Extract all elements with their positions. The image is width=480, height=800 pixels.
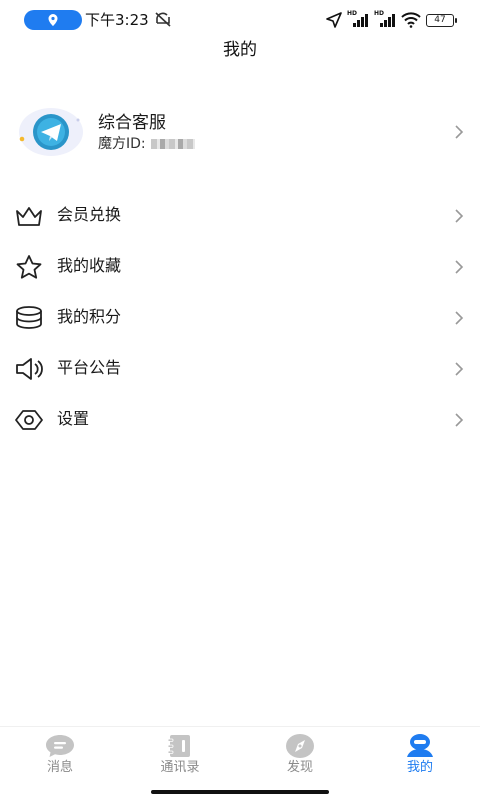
status-time: 下午3:23 — [85, 11, 149, 29]
settings-menu: 会员兑换 我的收藏 我的积分 平台公告 设置 — [0, 190, 480, 445]
menu-item-announcements[interactable]: 平台公告 — [0, 343, 480, 394]
status-bar: 下午3:23 HD HD 47 — [0, 0, 480, 40]
menu-label: 我的收藏 — [57, 256, 122, 275]
crown-icon — [16, 207, 42, 226]
mute-icon — [155, 12, 171, 27]
tab-contacts[interactable]: 通讯录 — [120, 727, 240, 778]
coin-stack-icon — [16, 306, 42, 329]
chevron-right-icon — [455, 413, 464, 427]
page-title: 我的 — [223, 40, 257, 60]
battery-icon: 47 — [426, 13, 457, 27]
tab-label: 我的 — [406, 760, 433, 775]
chevron-right-icon — [455, 362, 464, 376]
star-icon — [16, 255, 42, 279]
user-icon — [407, 734, 433, 757]
profile-id: 魔方ID: — [98, 135, 195, 153]
navigation-arrow-icon — [326, 12, 342, 28]
paper-plane-icon — [19, 108, 83, 156]
chevron-right-icon — [455, 311, 464, 325]
menu-label: 会员兑换 — [57, 205, 122, 224]
speaker-icon — [16, 358, 43, 380]
hd-signal-icon: HD — [374, 10, 396, 28]
menu-label: 设置 — [57, 409, 90, 428]
wifi-icon — [401, 12, 421, 28]
tab-label: 发现 — [286, 760, 313, 775]
chat-bubble-icon — [46, 735, 74, 757]
profile-id-redacted — [150, 139, 195, 149]
chevron-right-icon — [455, 209, 464, 223]
menu-label: 我的积分 — [57, 307, 122, 326]
tab-label: 通讯录 — [160, 760, 200, 775]
menu-item-settings[interactable]: 设置 — [0, 394, 480, 445]
profile-name: 综合客服 — [98, 113, 166, 133]
chevron-right-icon — [455, 125, 464, 139]
menu-item-points[interactable]: 我的积分 — [0, 292, 480, 343]
chevron-right-icon — [455, 260, 464, 274]
home-indicator[interactable] — [151, 790, 329, 794]
profile-card[interactable]: 综合客服 魔方ID: — [0, 100, 480, 164]
eye-icon — [15, 410, 43, 430]
menu-item-membership-redeem[interactable]: 会员兑换 — [0, 190, 480, 241]
hd-signal-icon: HD — [347, 10, 369, 28]
tab-label: 消息 — [46, 760, 73, 775]
compass-icon — [286, 734, 314, 758]
location-pill-icon[interactable] — [24, 10, 82, 30]
tab-discover[interactable]: 发现 — [240, 727, 360, 778]
bottom-nav: 消息 通讯录 发现 我的 — [0, 726, 480, 778]
profile-id-label: 魔方ID: — [98, 136, 146, 152]
menu-item-favorites[interactable]: 我的收藏 — [0, 241, 480, 292]
tab-messages[interactable]: 消息 — [0, 727, 120, 778]
tab-me[interactable]: 我的 — [360, 727, 480, 778]
contacts-book-icon — [167, 735, 190, 757]
menu-label: 平台公告 — [57, 358, 122, 377]
